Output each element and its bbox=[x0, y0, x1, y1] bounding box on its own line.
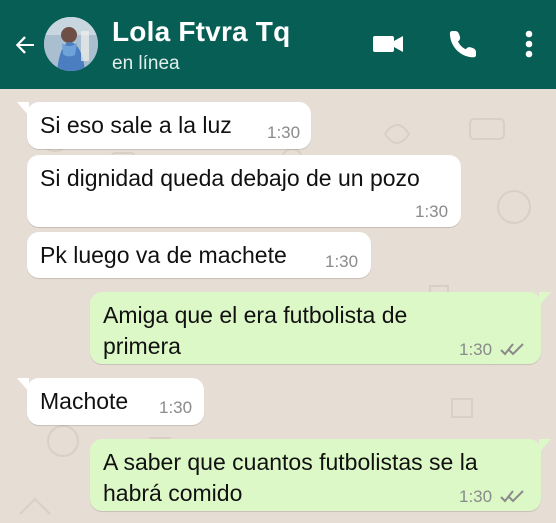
back-arrow-icon[interactable] bbox=[9, 29, 41, 61]
message-bubble-incoming[interactable]: Pk luego va de machete 1:30 bbox=[27, 232, 371, 278]
message-time: 1:30 bbox=[267, 123, 301, 142]
message-text-line: Amiga que el era futbolista de bbox=[103, 302, 408, 328]
message-text: Si dignidad queda debajo de un pozo bbox=[40, 165, 420, 191]
message-bubble-incoming[interactable]: Si dignidad queda debajo de un pozo 1:30 bbox=[27, 155, 461, 227]
message-time: 1:30 bbox=[459, 340, 493, 359]
message-bubble-outgoing[interactable]: Amiga que el era futbolista de primera 1… bbox=[90, 292, 551, 364]
double-check-icon bbox=[500, 490, 524, 503]
contact-status: en línea bbox=[112, 53, 180, 74]
video-call-icon[interactable] bbox=[371, 27, 405, 61]
message-bubble-outgoing[interactable]: A saber que cuantos futbolistas se la ha… bbox=[90, 439, 551, 511]
chat-header: Lola Ftvra Tq en línea bbox=[0, 0, 556, 89]
message-time: 1:30 bbox=[325, 252, 359, 271]
message-time: 1:30 bbox=[415, 202, 449, 221]
phone-icon[interactable] bbox=[446, 27, 480, 61]
avatar-image bbox=[44, 17, 98, 71]
more-vert-icon[interactable] bbox=[514, 27, 544, 61]
message-time: 1:30 bbox=[459, 487, 493, 506]
message-text: Si eso sale a la luz bbox=[40, 112, 232, 138]
contact-avatar[interactable] bbox=[44, 17, 98, 71]
message-text-line: A saber que cuantos futbolistas se la bbox=[103, 449, 478, 475]
message-time: 1:30 bbox=[159, 398, 193, 417]
chat-area[interactable]: Si eso sale a la luz 1:30 Si dignidad qu… bbox=[0, 89, 556, 523]
message-bubble-incoming[interactable]: Si eso sale a la luz 1:30 bbox=[17, 102, 311, 149]
double-check-icon bbox=[500, 343, 524, 356]
message-text: Pk luego va de machete bbox=[40, 242, 287, 268]
contact-name[interactable]: Lola Ftvra Tq bbox=[112, 16, 290, 48]
message-bubble-incoming[interactable]: Machote 1:30 bbox=[17, 378, 204, 425]
